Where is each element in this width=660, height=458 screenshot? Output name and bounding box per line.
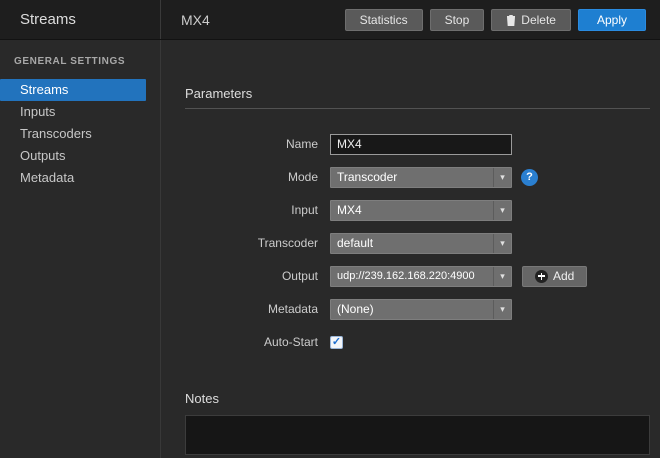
metadata-label: Metadata [185,302,318,316]
input-label: Input [185,203,318,217]
plus-icon [535,270,548,283]
mode-row: Mode Transcoder ▾ ? [185,166,650,188]
transcoder-row: Transcoder default ▾ [185,232,650,254]
output-row: Output udp://239.162.168.220:4900 ▾ Add [185,265,650,287]
output-dropdown-value: udp://239.162.168.220:4900 [331,270,493,282]
input-dropdown[interactable]: MX4 ▾ [330,200,512,221]
add-button-label: Add [553,269,574,283]
name-input[interactable] [330,134,512,155]
sidebar-item-streams[interactable]: Streams [0,79,146,101]
metadata-row: Metadata (None) ▾ [185,298,650,320]
metadata-dropdown[interactable]: (None) ▾ [330,299,512,320]
name-row: Name [185,133,650,155]
delete-button[interactable]: Delete [491,9,571,31]
mode-dropdown[interactable]: Transcoder ▾ [330,167,512,188]
input-row: Input MX4 ▾ [185,199,650,221]
stop-button[interactable]: Stop [430,9,485,31]
checkmark-icon: ✓ [332,337,341,348]
chevron-down-icon: ▾ [493,300,511,319]
mode-label: Mode [185,170,318,184]
page-title: Streams [0,0,161,39]
apply-button[interactable]: Apply [578,9,646,31]
notes-section: Notes [185,391,650,458]
help-icon[interactable]: ? [521,169,538,186]
notes-heading: Notes [185,391,650,406]
name-label: Name [185,137,318,151]
mode-dropdown-value: Transcoder [331,170,493,184]
app-window: Streams MX4 Statistics Stop Delete Apply… [0,0,660,458]
sidebar-item-metadata[interactable]: Metadata [0,167,146,189]
chevron-down-icon: ▾ [493,234,511,253]
main-content: Parameters Name Mode Transcoder ▾ ? Inpu [161,40,660,458]
transcoder-dropdown-value: default [331,236,493,250]
header-actions: Statistics Stop Delete Apply [345,9,660,31]
output-label: Output [185,269,318,283]
auto-start-checkbox[interactable]: ✓ [330,336,343,349]
notes-textarea[interactable] [185,415,650,455]
add-output-button[interactable]: Add [522,266,587,287]
sidebar: GENERAL SETTINGS Streams Inputs Transcod… [0,40,161,458]
input-dropdown-value: MX4 [331,203,493,217]
autostart-label: Auto-Start [185,335,318,349]
parameters-form: Name Mode Transcoder ▾ ? Input MX4 ▾ [185,133,650,353]
parameters-heading: Parameters [185,86,650,101]
chevron-down-icon: ▾ [493,267,511,286]
stream-name-heading: MX4 [161,12,345,28]
statistics-button[interactable]: Statistics [345,9,423,31]
sidebar-item-transcoders[interactable]: Transcoders [0,123,146,145]
transcoder-label: Transcoder [185,236,318,250]
trash-icon [506,14,516,26]
autostart-row: Auto-Start ✓ [185,331,650,353]
header-bar: Streams MX4 Statistics Stop Delete Apply [0,0,660,40]
metadata-dropdown-value: (None) [331,302,493,316]
sidebar-item-outputs[interactable]: Outputs [0,145,146,167]
output-dropdown[interactable]: udp://239.162.168.220:4900 ▾ [330,266,512,287]
sidebar-item-inputs[interactable]: Inputs [0,101,146,123]
transcoder-dropdown[interactable]: default ▾ [330,233,512,254]
chevron-down-icon: ▾ [493,168,511,187]
parameters-divider [185,108,650,109]
chevron-down-icon: ▾ [493,201,511,220]
delete-button-label: Delete [521,13,556,27]
sidebar-section-label: GENERAL SETTINGS [0,56,160,67]
